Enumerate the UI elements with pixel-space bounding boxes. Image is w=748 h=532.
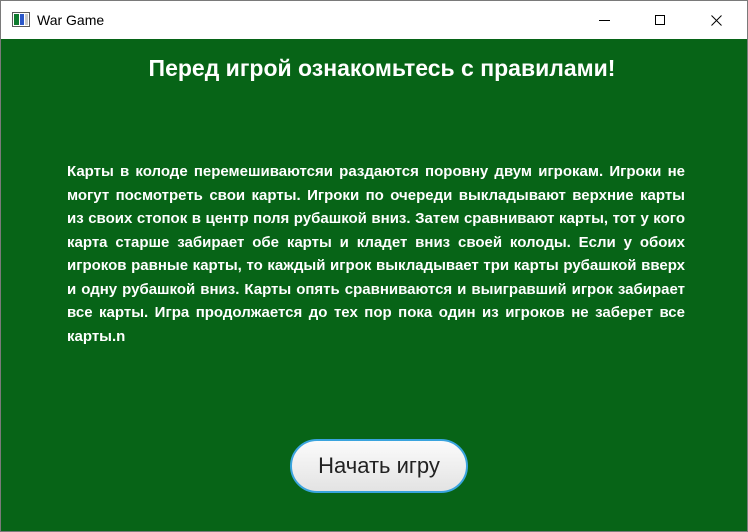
title-bar[interactable]: War Game: [1, 1, 747, 39]
rules-text: Карты в колоде перемешиваютсяи раздаются…: [67, 163, 685, 345]
minimize-button[interactable]: [581, 1, 627, 39]
window-title: War Game: [37, 12, 105, 28]
page-title: Перед игрой ознакомьтесь с правилами!: [148, 55, 616, 81]
start-game-button[interactable]: Начать игру: [290, 439, 468, 493]
game-content: Перед игрой ознакомьтесь с правилами! Ка…: [1, 39, 747, 531]
maximize-icon: [655, 15, 665, 25]
app-window: War Game Перед игрой ознакомьтесь с прав…: [0, 0, 748, 532]
app-window-icon: [12, 12, 30, 27]
close-icon: [710, 14, 722, 26]
close-button[interactable]: [693, 1, 739, 39]
maximize-button[interactable]: [637, 1, 683, 39]
minimize-icon: [598, 19, 610, 21]
